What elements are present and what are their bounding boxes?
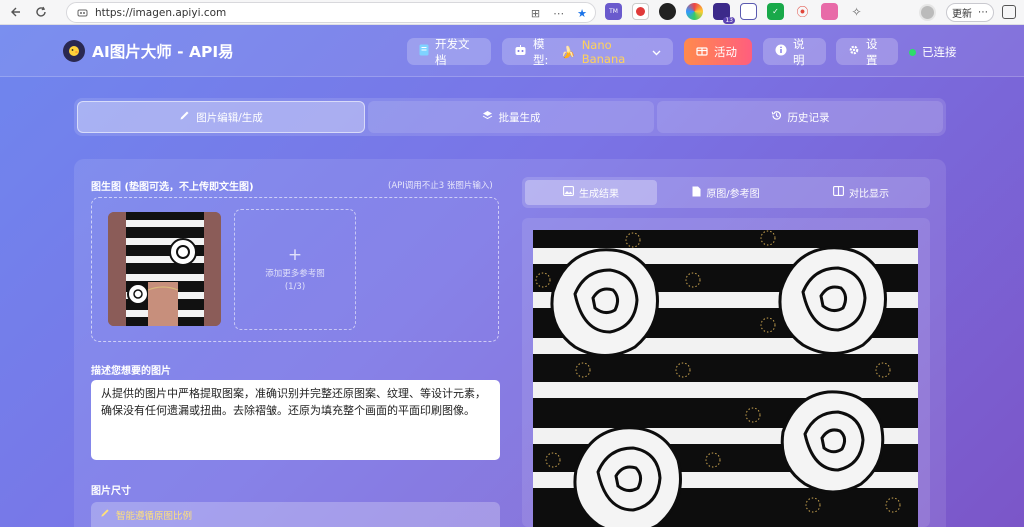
status-label: 已连接 [922, 45, 957, 59]
tab-label: 对比显示 [849, 189, 889, 200]
main-tabs: 图片编辑/生成 批量生成 历史记录 [74, 98, 946, 136]
extension-icon[interactable]: ⦿ [794, 3, 811, 20]
gear-icon [848, 44, 860, 59]
pencil-icon [100, 508, 110, 521]
settings-label: 设置 [866, 36, 878, 67]
app-title: AI图片大师 - API易 [92, 43, 234, 61]
layers-icon [482, 110, 493, 124]
url-text[interactable]: https://imagen.apiyi.com [95, 7, 226, 19]
extension-icon[interactable] [740, 3, 757, 20]
tab-compare[interactable]: 对比显示 [795, 180, 927, 205]
more-icon[interactable]: ⋯ [553, 7, 564, 20]
tab-label: 批量生成 [498, 111, 541, 124]
tab-label: 历史记录 [787, 111, 830, 124]
reference-count: (1/3) [284, 282, 306, 292]
update-label: 更新 [952, 9, 972, 20]
add-reference-button[interactable]: + 添加更多参考图 (1/3) [234, 209, 356, 330]
tab-label: 生成结果 [579, 189, 619, 200]
sidebar-toggle-icon[interactable] [1002, 5, 1016, 19]
tab-label: 原图/参考图 [706, 189, 760, 200]
activity-label: 活动 [714, 44, 737, 59]
site-info-icon[interactable] [77, 7, 88, 18]
uploaded-image-thumbnail[interactable] [108, 212, 221, 326]
extension-icon[interactable]: 13 [713, 3, 735, 24]
back-icon[interactable] [4, 1, 26, 23]
extension-icon[interactable]: ✓ [767, 3, 784, 20]
model-selector[interactable]: 模型: 🍌 Nano Banana [502, 36, 673, 67]
extension-badge: 13 [723, 17, 735, 24]
status-dot [909, 48, 916, 56]
tab-original[interactable]: 原图/参考图 [660, 180, 792, 205]
tab-batch[interactable]: 批量生成 [368, 101, 654, 133]
add-reference-label: 添加更多参考图 [265, 269, 325, 279]
history-icon [771, 110, 782, 124]
extensions-bar: TM 13 ✓ ⦿ ✧ [605, 3, 865, 24]
model-prefix: 模型: [533, 36, 549, 67]
model-name: Nano Banana [581, 37, 626, 66]
menu-dots-icon: ⋯ [978, 7, 988, 18]
tab-history[interactable]: 历史记录 [657, 101, 943, 133]
image-size-label: 图片尺寸 [91, 486, 131, 497]
image-icon [563, 186, 574, 199]
gift-icon [696, 44, 708, 59]
robot-icon [514, 44, 527, 59]
book-icon [419, 44, 429, 59]
file-icon [692, 186, 701, 200]
compare-icon [833, 186, 844, 199]
browser-toolbar: https://imagen.apiyi.com ⊞ ⋯ ★ TM 13 ✓ ⦿… [0, 0, 1024, 25]
extension-icon[interactable] [686, 3, 703, 20]
extension-icon[interactable]: TM [605, 3, 622, 20]
smart-ratio-option[interactable]: 智能遵循原图比例 [91, 502, 500, 527]
app-header: AI图片大师 - API易 开发文档 模型: 🍌 Nano Banana 活动 [0, 25, 1024, 77]
info-icon [775, 44, 787, 59]
pencil-icon [179, 110, 190, 124]
help-label: 说明 [793, 36, 805, 67]
profile-avatar[interactable] [919, 4, 936, 21]
prompt-label: 描述您想要的图片 [91, 366, 171, 377]
duck-logo-icon [63, 40, 85, 62]
generated-image[interactable] [533, 230, 918, 527]
extension-icon[interactable] [659, 3, 676, 20]
help-button[interactable]: 说明 [763, 36, 826, 67]
extension-icon[interactable] [821, 3, 838, 20]
tab-result[interactable]: 生成结果 [525, 180, 657, 205]
base-image-label: 图生图 (垫图可选，不上传即文生图) [91, 182, 254, 193]
reload-icon[interactable] [30, 1, 52, 23]
address-bar[interactable]: https://imagen.apiyi.com ⊞ ⋯ ★ [66, 2, 596, 23]
puzzle-icon[interactable]: ✧ [848, 3, 865, 20]
bookmark-star-icon[interactable]: ★ [577, 7, 587, 20]
generated-pattern [533, 230, 918, 527]
result-tabs: 生成结果 原图/参考图 对比显示 [522, 177, 930, 208]
translate-icon[interactable]: ⊞ [531, 7, 540, 20]
tab-label: 图片编辑/生成 [196, 111, 263, 124]
smart-ratio-label: 智能遵循原图比例 [116, 510, 193, 522]
plus-icon: + [287, 245, 303, 265]
connection-status: 已连接 [909, 44, 957, 60]
settings-button[interactable]: 设置 [836, 36, 898, 67]
prompt-textarea[interactable]: 从提供的图片中严格提取图案，准确识别并完整还原图案、纹理、等设计元素，确保没有任… [91, 380, 500, 460]
banana-icon: 🍌 [561, 44, 576, 59]
update-button[interactable]: 更新 ⋯ [946, 3, 994, 22]
extension-icon[interactable] [632, 3, 649, 20]
docs-label: 开发文档 [435, 36, 470, 67]
chevron-down-icon [652, 45, 661, 59]
api-note: (API调用不止3 张图片输入) [388, 181, 493, 191]
activity-button[interactable]: 活动 [684, 38, 752, 65]
docs-button[interactable]: 开发文档 [407, 36, 491, 67]
tab-edit-generate[interactable]: 图片编辑/生成 [77, 101, 365, 133]
